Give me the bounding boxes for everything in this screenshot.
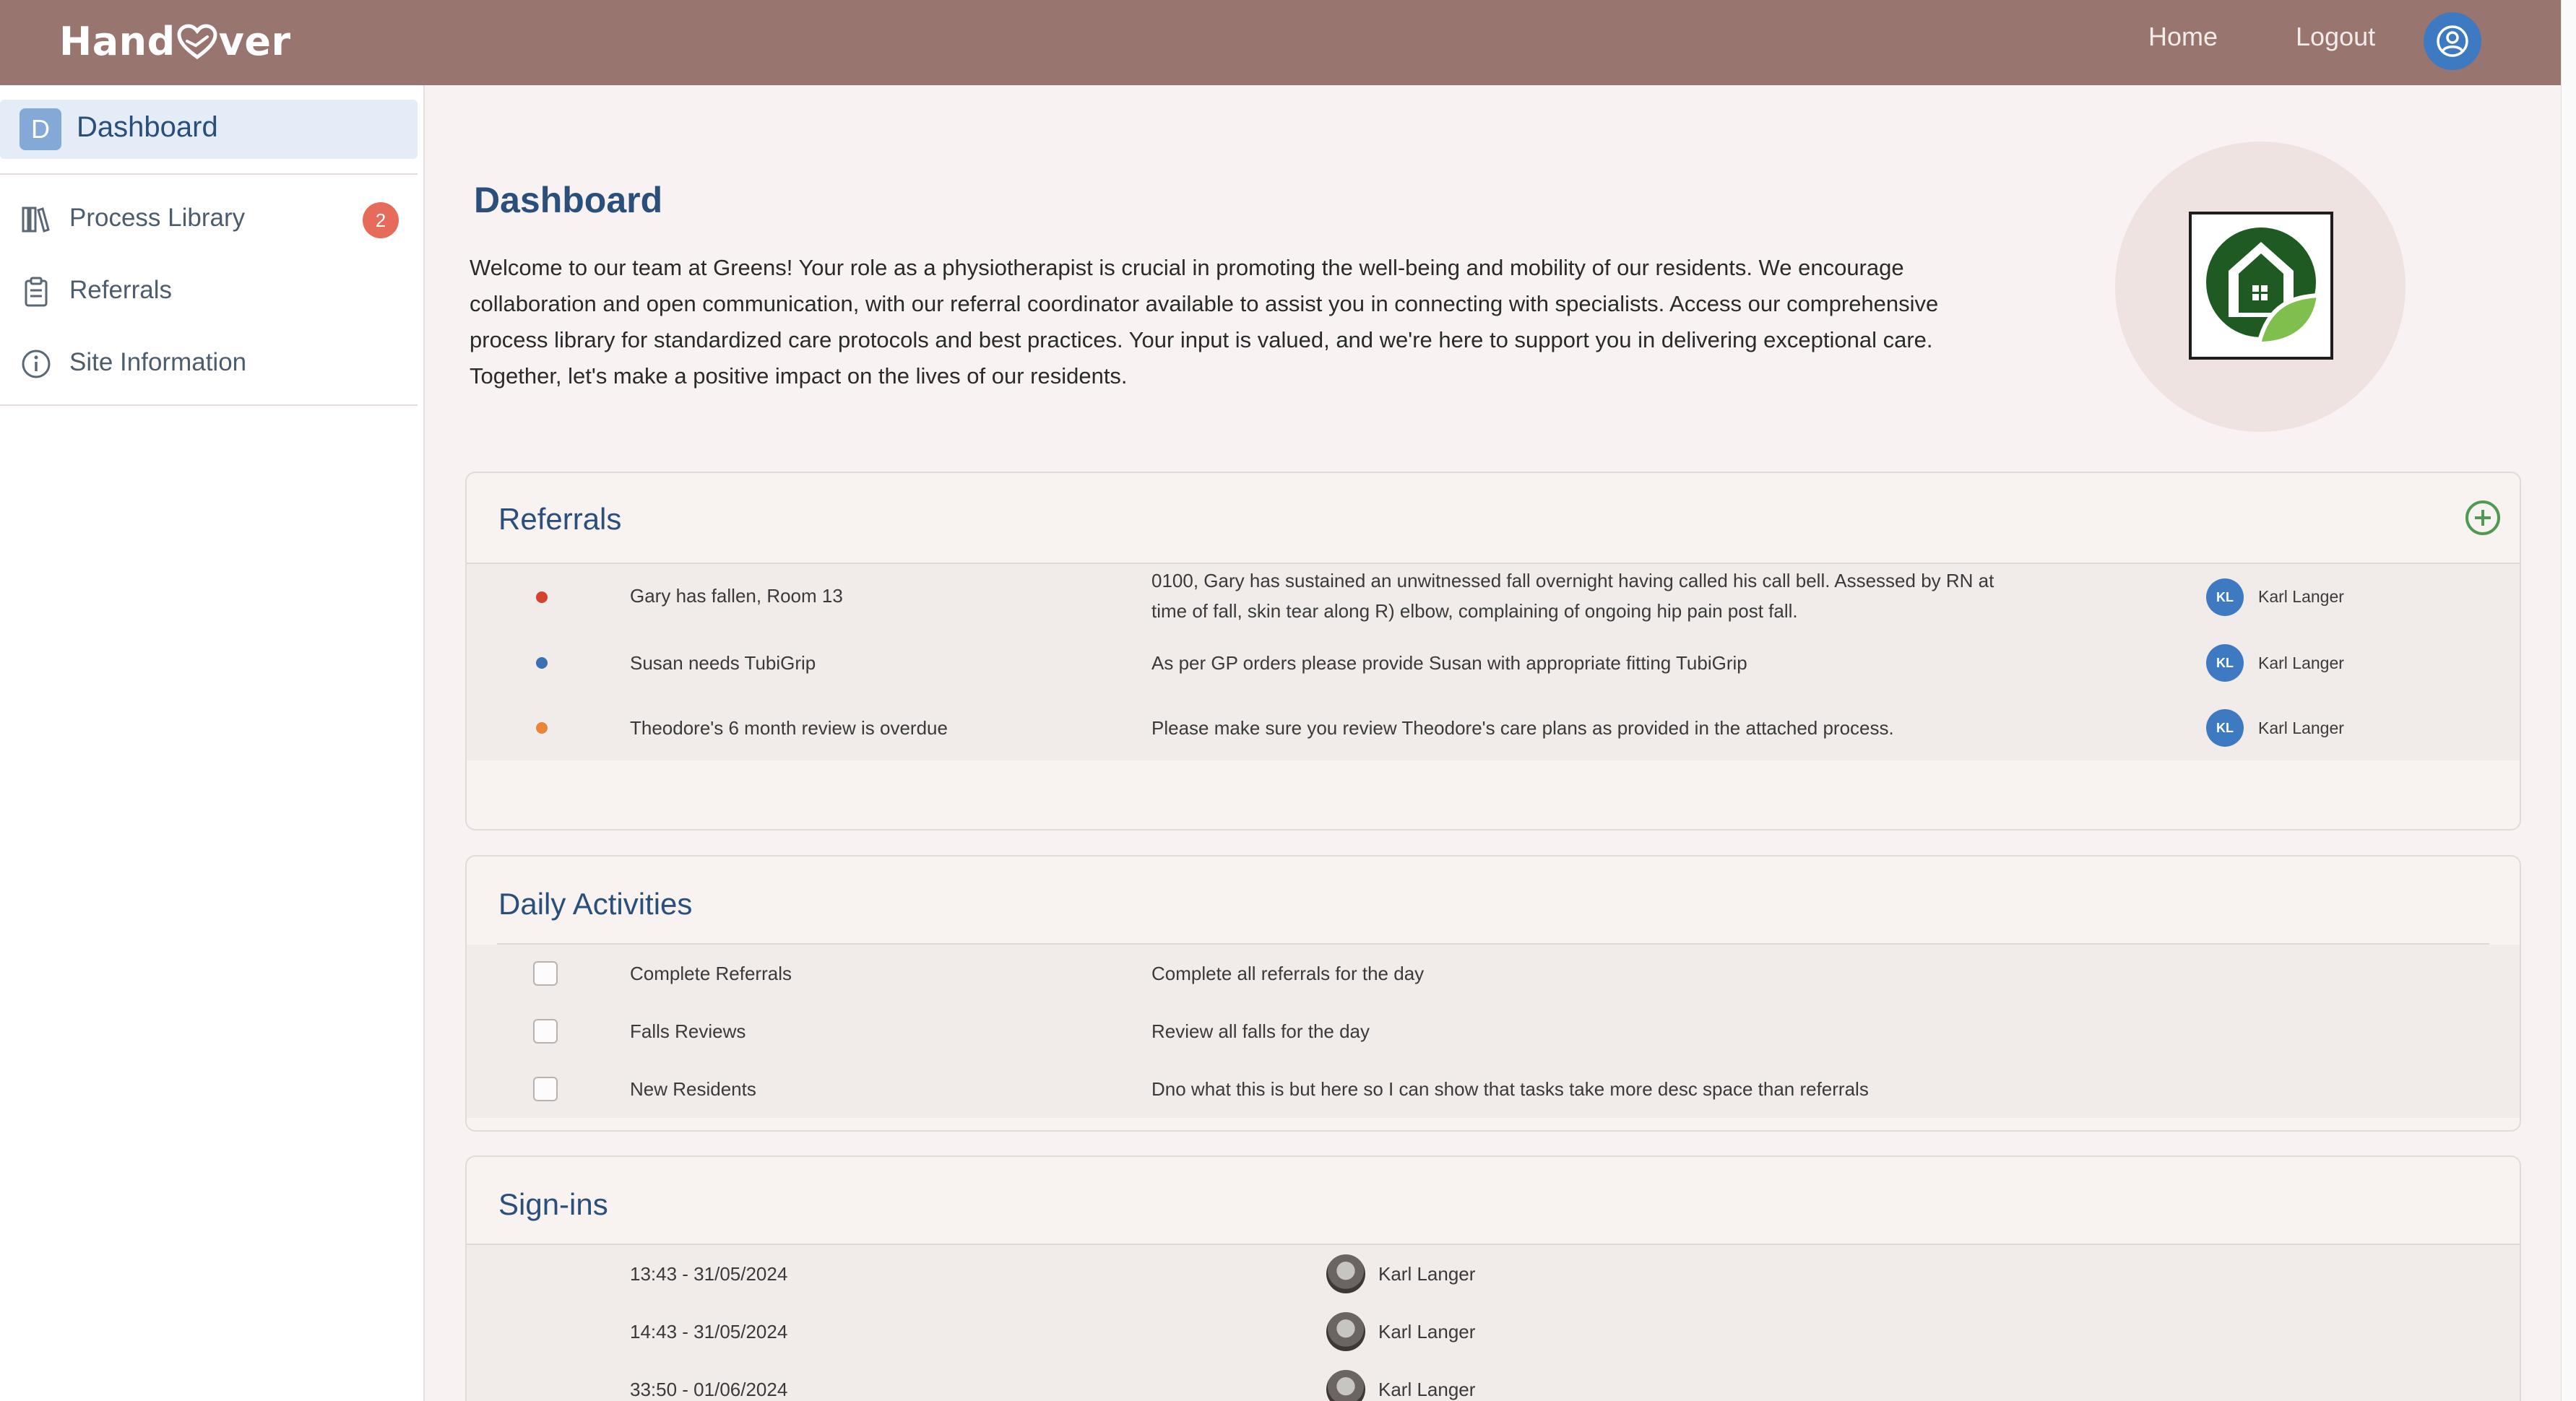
referrals-title: Referrals [498, 502, 622, 536]
sign-ins-card: Sign-ins 13:43 - 31/05/2024 Karl Langer … [465, 1155, 2521, 1401]
sidebar-item-referrals[interactable]: Referrals [0, 261, 418, 319]
sign-in-time: 33:50 - 01/06/2024 [630, 1379, 788, 1400]
books-icon [22, 207, 50, 233]
nav-home-link[interactable]: Home [2148, 22, 2218, 52]
brand-text-left: Hand [59, 19, 176, 64]
sign-in-name: Karl Langer [1378, 1263, 1476, 1285]
scrollbar-track[interactable] [2561, 0, 2576, 1401]
sidebar-item-process-library[interactable]: Process Library 2 [0, 189, 418, 247]
activity-row: New Residents Dno what this is but here … [467, 1060, 2520, 1118]
referral-title: Gary has fallen, Room 13 [630, 585, 843, 607]
referral-description: As per GP orders please provide Susan wi… [1151, 652, 1747, 674]
priority-dot [536, 657, 548, 669]
cat-avatar-icon [1326, 1370, 1365, 1401]
activity-row: Complete Referrals Complete all referral… [467, 945, 2520, 1002]
add-referral-button[interactable] [2464, 499, 2502, 537]
referral-description-line: time of fall, skin tear along R) elbow, … [1151, 600, 1798, 622]
activity-description: Dno what this is but here so I can show … [1151, 1078, 1869, 1100]
clipboard-icon [25, 277, 48, 307]
sidebar-item-label: Referrals [69, 276, 172, 304]
referral-row[interactable]: Theodore's 6 month review is overdue Ple… [467, 695, 2520, 760]
sidebar-item-dashboard[interactable]: D Dashboard [0, 100, 418, 159]
assignee-name: Karl Langer [2258, 587, 2344, 606]
assignee-name: Karl Langer [2258, 654, 2344, 672]
referral-title: Theodore's 6 month review is overdue [630, 717, 948, 739]
referral-row[interactable]: Gary has fallen, Room 13 0100, Gary has … [467, 564, 2520, 630]
assignee-avatar: KL [2206, 644, 2244, 682]
heart-hand-icon [177, 23, 217, 60]
info-icon [22, 350, 51, 378]
sidebar-item-site-information[interactable]: Site Information [0, 334, 418, 391]
welcome-message: Welcome to our team at Greens! Your role… [470, 255, 1939, 389]
assignee-name: Karl Langer [2258, 719, 2344, 737]
assignee-avatar: KL [2206, 709, 2244, 747]
daily-activities-card: Daily Activities Complete Referrals Comp… [465, 855, 2521, 1132]
sign-in-time: 13:43 - 31/05/2024 [630, 1263, 788, 1285]
house-leaf-logo-icon [2206, 227, 2322, 346]
sign-in-name: Karl Langer [1378, 1379, 1476, 1400]
activity-checkbox[interactable] [533, 1077, 558, 1101]
priority-dot [536, 722, 548, 734]
sidebar-item-label: Dashboard [77, 111, 218, 143]
sidebar-divider [0, 173, 418, 175]
activity-checkbox[interactable] [533, 1019, 558, 1044]
site-logo [2189, 212, 2333, 360]
sign-in-row: 14:43 - 31/05/2024 Karl Langer [467, 1303, 2520, 1361]
nav-logout-link[interactable]: Logout [2296, 22, 2375, 52]
sidebar-item-label: Site Information [69, 348, 247, 376]
brand-logo[interactable]: Hand ver [59, 19, 291, 64]
page-title: Dashboard [474, 180, 663, 220]
activity-row: Falls Reviews Review all falls for the d… [467, 1002, 2520, 1060]
sign-in-time: 14:43 - 31/05/2024 [630, 1321, 788, 1343]
activity-checkbox[interactable] [533, 961, 558, 986]
sidebar-item-label: Process Library [69, 204, 246, 232]
user-account-button[interactable] [2424, 12, 2481, 70]
referral-description: Please make sure you review Theodore's c… [1151, 717, 1894, 739]
assignee-avatar: KL [2206, 578, 2244, 616]
activity-title: Complete Referrals [630, 963, 792, 984]
sign-in-row: 33:50 - 01/06/2024 Karl Langer [467, 1361, 2520, 1401]
priority-dot [536, 591, 548, 603]
sign-in-row: 13:43 - 31/05/2024 Karl Langer [467, 1245, 2520, 1303]
daily-activities-title: Daily Activities [498, 887, 693, 921]
user-circle-icon [2437, 25, 2468, 57]
sign-ins-title: Sign-ins [498, 1187, 608, 1221]
activity-description: Complete all referrals for the day [1151, 963, 1425, 984]
cat-avatar-icon [1326, 1312, 1365, 1351]
activity-title: New Residents [630, 1078, 756, 1100]
sidebar-divider [0, 404, 418, 406]
top-nav-bar: Hand ver Home Logout [0, 0, 2561, 85]
sidebar: D Dashboard Process Library 2 Referrals … [0, 85, 425, 1401]
referral-description-line: 0100, Gary has sustained an unwitnessed … [1151, 570, 1994, 591]
referrals-card: Referrals Gary has fallen, Room 13 0100,… [465, 472, 2521, 830]
activity-description: Review all falls for the day [1151, 1020, 1370, 1042]
brand-text-right: ver [218, 19, 291, 64]
sign-in-name: Karl Langer [1378, 1321, 1476, 1343]
process-count-badge: 2 [363, 202, 399, 238]
referral-title: Susan needs TubiGrip [630, 652, 816, 674]
cat-avatar-icon [1326, 1254, 1365, 1293]
activity-title: Falls Reviews [630, 1020, 746, 1042]
dashboard-letter-badge: D [20, 108, 61, 150]
referral-row[interactable]: Susan needs TubiGrip As per GP orders pl… [467, 630, 2520, 695]
